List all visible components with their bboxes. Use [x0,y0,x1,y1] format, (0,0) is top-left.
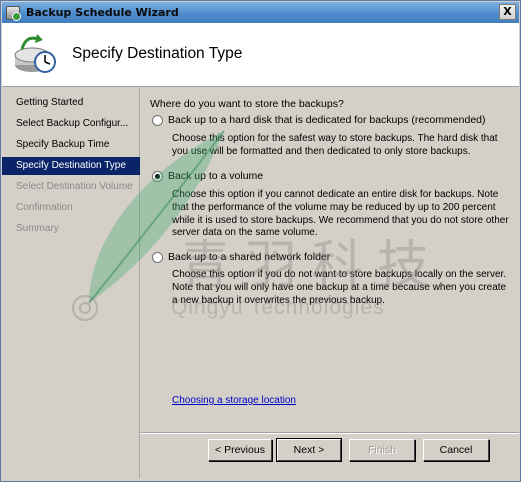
volume-label[interactable]: Back up to a volume [168,170,263,182]
network-folder-label[interactable]: Back up to a shared network folder [168,251,330,263]
wizard-steps: Getting Started Select Backup Configur..… [2,88,140,478]
network-folder-radio[interactable] [152,252,163,263]
destination-question: Where do you want to store the backups? [150,98,344,110]
dedicated-disk-radio[interactable] [152,115,163,126]
dedicated-disk-description: Choose this option for the safest way to… [172,133,498,157]
cancel-button[interactable]: Cancel [423,439,489,461]
step-confirmation: Confirmation [16,202,73,213]
close-button[interactable]: X [499,4,516,20]
previous-button[interactable]: < Previous [208,439,272,461]
wizard-header: Specify Destination Type [2,23,519,87]
footer-divider [141,432,519,434]
volume-radio[interactable] [152,171,163,182]
window-title: Backup Schedule Wizard [26,6,179,19]
step-specify-destination-type[interactable]: Specify Destination Type [2,157,140,175]
backup-app-icon [6,5,21,21]
backup-clock-icon [14,34,56,73]
step-specify-backup-time[interactable]: Specify Backup Time [2,136,140,154]
wizard-window: Backup Schedule Wizard X Specify Destina… [0,0,521,482]
wizard-content: Where do you want to store the backups? … [141,88,519,432]
step-getting-started[interactable]: Getting Started [2,94,140,112]
step-select-backup-configuration[interactable]: Select Backup Configur... [2,115,140,133]
finish-button: Finish [349,439,415,461]
network-folder-description: Choose this option if you do not want to… [172,269,507,306]
storage-location-link[interactable]: Choosing a storage location [172,395,296,406]
step-select-destination-volume: Select Destination Volume [16,181,133,192]
next-button[interactable]: Next > [276,438,342,462]
page-title: Specify Destination Type [72,45,243,62]
dedicated-disk-label[interactable]: Back up to a hard disk that is dedicated… [168,114,486,126]
volume-description: Choose this option if you cannot dedicat… [172,189,509,239]
title-bar[interactable]: Backup Schedule Wizard X [2,2,519,23]
step-summary: Summary [16,223,59,234]
